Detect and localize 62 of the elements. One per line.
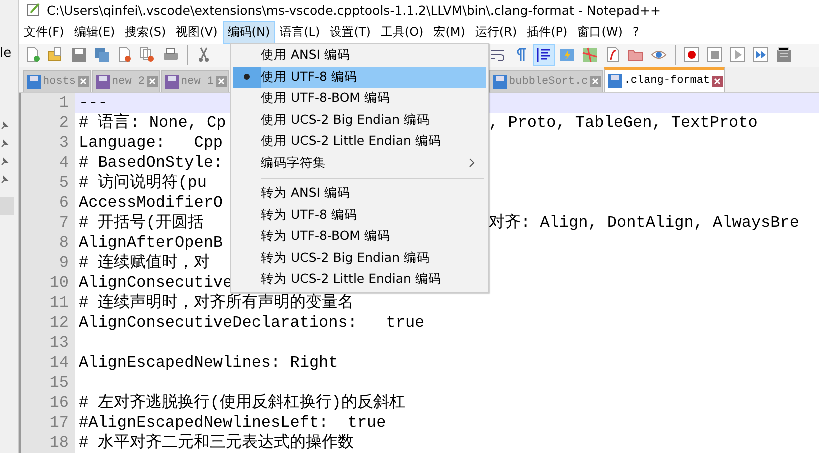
- menu-item[interactable]: ?: [628, 22, 644, 42]
- menu-item[interactable]: 编码(N): [222, 20, 276, 44]
- line-number: 13: [19, 333, 75, 353]
- line-number: 5: [19, 173, 75, 193]
- line-number: 16: [19, 393, 75, 413]
- menu-item[interactable]: 插件(P): [522, 20, 573, 44]
- menu-option[interactable]: 编码字符集: [233, 152, 486, 174]
- code-line: , Proto, TableGen, TextProto: [489, 113, 758, 133]
- code-line: #AlignEscapedNewlinesLeft: true: [79, 413, 386, 433]
- panel-text: le: [0, 46, 12, 61]
- code-line: # 水平对齐二元和三元表达式的操作数: [79, 433, 354, 453]
- code-line: 对齐: Align, DontAlign, AlwaysBre: [489, 213, 800, 233]
- menu-option[interactable]: 转为 UCS-2 Big Endian 编码: [233, 248, 486, 269]
- line-number: 6: [19, 193, 75, 213]
- menu-option[interactable]: 转为 UTF-8 编码: [233, 204, 486, 226]
- code-line: AlignEscapedNewlines: Right: [79, 353, 338, 373]
- menu-item[interactable]: 宏(M): [428, 20, 470, 44]
- line-number: 9: [19, 253, 75, 273]
- code-line: AlignConsecutive: [79, 273, 233, 293]
- code-line: # 左对齐逃脱换行(使用反斜杠换行)的反斜杠: [79, 393, 406, 413]
- menu-item[interactable]: 设置(T): [325, 20, 376, 44]
- menu-item[interactable]: 工具(O): [376, 20, 429, 44]
- code-line: ---: [79, 93, 108, 113]
- window-title: C:\Users\qinfei\.vscode\extensions\ms-vscode.cpptools-1.1.2\LLVM\bin\.clang-format - Notepad++: [47, 2, 661, 18]
- code-line: AlignConsecutiveDeclarations: true: [79, 313, 425, 333]
- menu-option[interactable]: 转为 UCS-2 Little Endian 编码: [233, 269, 486, 290]
- line-number: 18: [19, 433, 75, 453]
- menu-option[interactable]: 使用 UCS-2 Little Endian 编码: [233, 131, 486, 152]
- code-line: # BasedOnStyle:: [79, 153, 224, 173]
- code-line: # 连续声明时，对齐所有声明的变量名: [79, 293, 354, 313]
- line-number: 14: [19, 353, 75, 373]
- menu-item[interactable]: 搜索(S): [120, 20, 172, 44]
- line-number: 17: [19, 413, 75, 433]
- code-line: AlignAfterOpenB: [79, 233, 224, 253]
- line-number: 15: [19, 373, 75, 393]
- line-number: 10: [19, 273, 75, 293]
- menu-item[interactable]: 窗口(W): [572, 20, 628, 44]
- code-line: # 开括号(开圆括: [79, 213, 204, 233]
- line-number: 2: [19, 113, 75, 133]
- code-line: # 语言: None, Cp: [79, 113, 226, 133]
- menu-option[interactable]: 使用 UCS-2 Big Endian 编码: [233, 110, 486, 131]
- menu-item[interactable]: 文件(F): [19, 20, 70, 44]
- code-line: AccessModifierO: [79, 193, 224, 213]
- line-number: 1: [19, 93, 75, 113]
- menu-option[interactable]: 转为 ANSI 编码: [233, 183, 486, 204]
- menu-item[interactable]: 运行(R): [470, 20, 522, 44]
- menu-option[interactable]: 使用 UTF-8 编码: [233, 66, 486, 88]
- line-number: 4: [19, 153, 75, 173]
- line-number: 11: [19, 293, 75, 313]
- file-tab[interactable]: .clang-format: [604, 67, 726, 92]
- menu-item[interactable]: 语言(L): [275, 20, 326, 44]
- line-number: 8: [19, 233, 75, 253]
- menu-option[interactable]: 使用 UTF-8-BOM 编码: [233, 88, 486, 110]
- menu-item[interactable]: 编辑(E): [69, 20, 120, 44]
- code-line: Language: Cpp: [79, 133, 224, 153]
- line-number: 7: [19, 213, 75, 233]
- line-number: 12: [19, 313, 75, 333]
- code-line: # 访问说明符(pu: [79, 173, 208, 193]
- line-number: 3: [19, 133, 75, 153]
- menu-item[interactable]: 视图(V): [171, 20, 223, 44]
- code-line: # 连续赋值时，对: [79, 253, 210, 273]
- menu-option[interactable]: 转为 UTF-8-BOM 编码: [233, 226, 486, 248]
